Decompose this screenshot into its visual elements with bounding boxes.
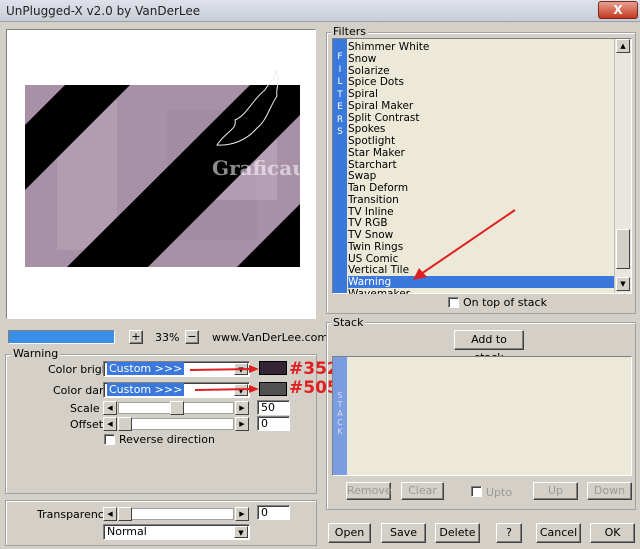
scroll-down-arrow[interactable]: ▼ bbox=[616, 277, 630, 291]
preview-image: Graficaune bbox=[25, 69, 315, 267]
offset-slider-thumb[interactable] bbox=[118, 417, 132, 431]
delete-button[interactable]: Delete bbox=[435, 523, 480, 543]
scale-input[interactable]: 50 bbox=[257, 400, 290, 415]
reverse-direction-checkbox[interactable] bbox=[104, 434, 115, 445]
preview-pane: Graficaune bbox=[6, 29, 316, 319]
transparency-left-arrow[interactable]: ◀ bbox=[103, 507, 117, 521]
upto-label: Upto bbox=[486, 486, 513, 499]
filter-item[interactable]: Spiral bbox=[348, 88, 614, 100]
color-dark-label: Color dark bbox=[53, 384, 110, 397]
side-letter: S bbox=[337, 127, 343, 137]
filter-item[interactable]: Spotlight bbox=[348, 135, 614, 147]
filters-group-label: Filters bbox=[331, 25, 368, 38]
site-link[interactable]: www.VanDerLee.com bbox=[212, 331, 328, 344]
preview-watermark: Graficaune bbox=[212, 156, 315, 180]
help-button[interactable]: ? bbox=[496, 523, 522, 543]
up-button[interactable]: Up bbox=[533, 482, 578, 500]
blend-mode-value: Normal bbox=[107, 525, 147, 538]
filter-item[interactable]: Swap bbox=[348, 170, 614, 182]
filter-item[interactable]: Spice Dots bbox=[348, 76, 614, 88]
transparency-label: Transparency bbox=[37, 508, 111, 521]
stack-side-label: STACK bbox=[333, 357, 347, 436]
filters-scrollbar[interactable]: ▲ ▼ bbox=[614, 39, 631, 293]
upto-checkbox[interactable] bbox=[471, 486, 482, 497]
open-button[interactable]: Open bbox=[328, 523, 371, 543]
side-letter: T bbox=[337, 89, 343, 100]
on-top-label: On top of stack bbox=[463, 296, 547, 309]
side-letter: E bbox=[337, 102, 343, 112]
offset-left-arrow[interactable]: ◀ bbox=[103, 417, 117, 431]
filters-side-bar: FILTERS bbox=[333, 39, 347, 293]
scroll-thumb[interactable] bbox=[616, 229, 630, 269]
filter-item[interactable]: Snow bbox=[348, 53, 614, 65]
add-to-stack-button[interactable]: Add to stack bbox=[454, 330, 524, 364]
side-letter: T bbox=[337, 400, 343, 409]
transparency-slider[interactable] bbox=[118, 508, 234, 520]
side-letter: S bbox=[337, 391, 343, 400]
offset-right-arrow[interactable]: ▶ bbox=[235, 417, 249, 431]
filter-annotation-arrow bbox=[413, 209, 516, 280]
filter-item[interactable]: Wavemaker bbox=[348, 288, 614, 294]
filters-side-label: FILTERS bbox=[333, 39, 347, 139]
offset-label: Offset bbox=[70, 418, 104, 431]
scale-slider-thumb[interactable] bbox=[170, 401, 184, 415]
chevron-down-icon: ▼ bbox=[234, 526, 248, 538]
filter-item[interactable]: Solarize bbox=[348, 65, 614, 77]
window-title: UnPlugged-X v2.0 by VanDerLee bbox=[6, 4, 201, 18]
progress-bar bbox=[8, 330, 115, 344]
zoom-out-button[interactable]: − bbox=[185, 330, 199, 344]
reverse-direction-label: Reverse direction bbox=[119, 433, 215, 446]
title-bar: UnPlugged-X v2.0 by VanDerLee X bbox=[0, 0, 640, 22]
offset-slider[interactable] bbox=[118, 418, 234, 430]
clear-button[interactable]: Clear bbox=[401, 482, 444, 500]
transparency-right-arrow[interactable]: ▶ bbox=[235, 507, 249, 521]
filter-item[interactable]: Star Maker bbox=[348, 147, 614, 159]
zoom-value: 33% bbox=[155, 331, 180, 344]
scale-label: Scale bbox=[70, 402, 100, 415]
side-letter: R bbox=[336, 114, 344, 125]
ok-button[interactable]: OK bbox=[590, 523, 635, 543]
filter-item[interactable]: Starchart bbox=[348, 159, 614, 171]
cancel-button[interactable]: Cancel bbox=[536, 523, 581, 543]
filter-item[interactable]: Tan Deform bbox=[348, 182, 614, 194]
stack-list[interactable]: STACK bbox=[332, 356, 632, 476]
progress-fill bbox=[9, 331, 114, 343]
side-letter: L bbox=[337, 77, 343, 87]
stack-side-bar: STACK bbox=[333, 357, 347, 475]
scale-left-arrow[interactable]: ◀ bbox=[103, 401, 117, 415]
filter-item[interactable]: Shimmer White bbox=[348, 41, 614, 53]
filter-item[interactable]: Transition bbox=[348, 194, 614, 206]
side-letter: C bbox=[337, 418, 343, 427]
annotation-arrows bbox=[189, 365, 259, 393]
scale-right-arrow[interactable]: ▶ bbox=[235, 401, 249, 415]
color-bright-value: Custom >>> bbox=[107, 362, 185, 375]
on-top-checkbox[interactable] bbox=[448, 297, 459, 308]
transparency-input[interactable]: 0 bbox=[257, 505, 290, 520]
filter-item[interactable]: Spokes bbox=[348, 123, 614, 135]
down-button[interactable]: Down bbox=[587, 482, 632, 500]
save-button[interactable]: Save bbox=[381, 523, 426, 543]
color-dark-value: Custom >>> bbox=[107, 383, 185, 396]
remove-button[interactable]: Remove bbox=[346, 482, 392, 500]
side-letter: F bbox=[337, 52, 343, 62]
close-button[interactable]: X bbox=[598, 1, 638, 19]
scroll-up-arrow[interactable]: ▲ bbox=[616, 39, 630, 53]
warning-group-label: Warning bbox=[11, 347, 61, 360]
side-letter: A bbox=[337, 409, 343, 418]
offset-input[interactable]: 0 bbox=[257, 416, 290, 431]
filter-item[interactable]: Split Contrast bbox=[348, 112, 614, 124]
side-letter: I bbox=[338, 64, 342, 75]
stack-group-label: Stack bbox=[331, 316, 366, 329]
side-letter: K bbox=[337, 427, 343, 436]
zoom-in-button[interactable]: + bbox=[129, 330, 143, 344]
filter-item[interactable]: Spiral Maker bbox=[348, 100, 614, 112]
transparency-slider-thumb[interactable] bbox=[118, 507, 132, 521]
blend-mode-select[interactable]: Normal ▼ bbox=[103, 524, 250, 540]
